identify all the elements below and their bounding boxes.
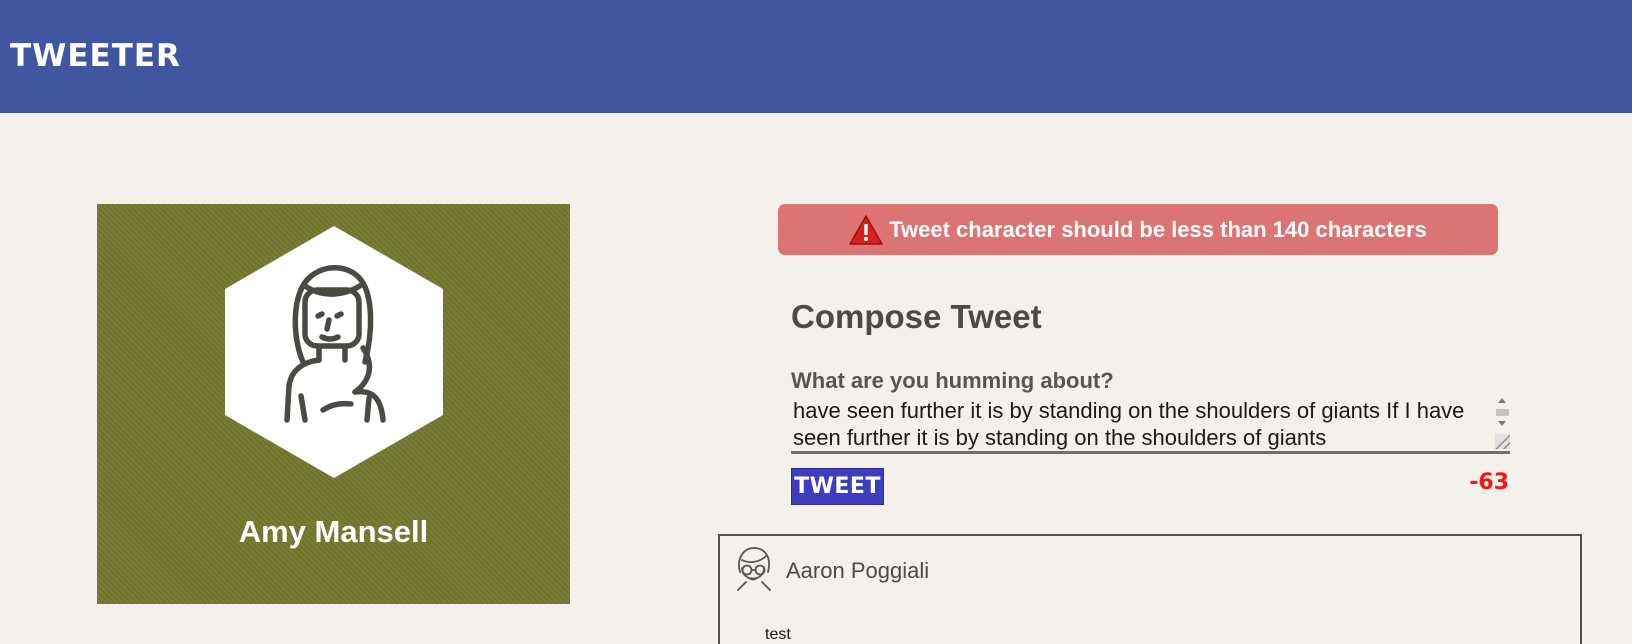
warning-icon (849, 214, 883, 245)
woman-avatar-icon (223, 224, 445, 480)
man-with-glasses-avatar-icon (732, 546, 774, 592)
resize-grip-icon[interactable] (1495, 434, 1510, 449)
brand-logo[interactable]: TWEETER (10, 38, 181, 74)
tweet-card: Aaron Poggiali test (718, 534, 1582, 644)
navbar: TWEETER (0, 0, 1632, 113)
tweet-textarea[interactable]: If I have seen further it is by standing… (791, 396, 1510, 454)
user-name: Amy Mansell (238, 514, 429, 549)
alert-message: Tweet character should be less than 140 … (889, 216, 1427, 242)
tweet-button[interactable]: TWEET (791, 468, 884, 505)
compose-title: Compose Tweet (791, 298, 1042, 335)
tweet-content: test (765, 626, 791, 643)
scroll-down-arrow-icon[interactable] (1498, 421, 1506, 426)
compose-label: What are you humming about? (791, 368, 1114, 393)
scroll-up-arrow-icon[interactable] (1498, 398, 1506, 403)
scroll-thumb[interactable] (1496, 409, 1509, 416)
tweet-author: Aaron Poggiali (786, 558, 930, 583)
char-counter: -63 (1469, 470, 1509, 495)
textarea-scrollbar[interactable] (1494, 396, 1511, 451)
error-alert: Tweet character should be less than 140 … (778, 204, 1498, 255)
profile-card: Amy Mansell (97, 204, 570, 604)
